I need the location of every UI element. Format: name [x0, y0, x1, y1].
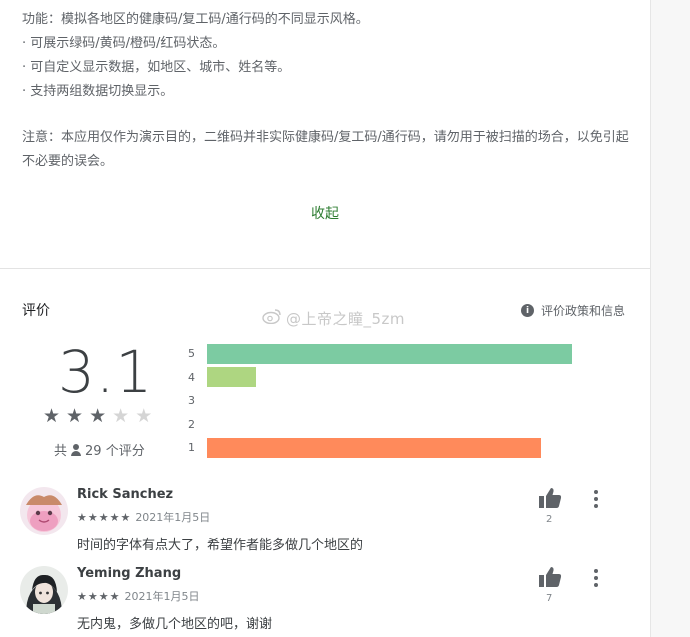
star-filled-icon: ★ [66, 405, 84, 427]
histogram-row: 5 [188, 342, 608, 366]
histogram-label: 4 [188, 370, 195, 384]
star-filled-icon: ★ [43, 405, 61, 427]
star-empty-icon: ★ [135, 405, 153, 427]
section-divider [0, 268, 650, 269]
ratings-title: 评价 [22, 303, 50, 319]
person-icon [70, 443, 82, 456]
average-score: 3.1 [58, 338, 154, 406]
review-meta: ★★★★ 2021年1月5日 [77, 588, 199, 604]
description-line: · 支持两组数据切换显示。 [22, 84, 174, 99]
histogram-track [207, 414, 587, 434]
histogram-row: 3 [188, 389, 608, 413]
rating-count-text: 29 个评分 [85, 444, 145, 459]
histogram-label: 3 [188, 394, 195, 408]
star-empty-icon: ★ [112, 405, 130, 427]
more-options-icon[interactable] [593, 490, 599, 508]
review-item: Yeming Zhang ★★★★ 2021年1月5日 无内鬼，多做几个地区的吧… [20, 566, 640, 637]
description-line: · 可展示绿码/黄码/橙码/红码状态。 [22, 36, 226, 51]
description-line: 功能：模拟各地区的健康码/复工码/通行码的不同显示风格。 [22, 12, 369, 27]
thumbs-up-icon[interactable] [538, 487, 562, 509]
review-stars: ★★★★★ [77, 510, 132, 524]
average-stars: ★ ★ ★ ★ ★ [43, 406, 152, 426]
histogram-label: 2 [188, 417, 195, 431]
review-date: 2021年1月5日 [124, 590, 200, 603]
review-date: 2021年1月5日 [135, 511, 211, 524]
rating-count: 共 29 个评分 [54, 440, 145, 459]
more-options-icon[interactable] [593, 569, 599, 587]
avatar [20, 566, 68, 614]
weibo-icon [262, 308, 282, 328]
helpful-count: 2 [546, 514, 553, 525]
histogram-row: 1 [188, 436, 608, 460]
rating-count-prefix: 共 [54, 444, 68, 459]
collapse-button[interactable]: 收起 [0, 203, 650, 223]
page-background [650, 0, 690, 637]
histogram-bar [207, 343, 572, 364]
review-meta: ★★★★★ 2021年1月5日 [77, 509, 210, 525]
review-item: Rick Sanchez ★★★★★ 2021年1月5日 时间的字体有点大了，希… [20, 487, 640, 567]
histogram-track [207, 343, 587, 364]
thumbs-up-icon[interactable] [538, 566, 562, 588]
review-stars: ★★★★ [77, 589, 121, 603]
avatar [20, 487, 68, 535]
reviewer-name: Yeming Zhang [77, 566, 182, 581]
histogram-label: 5 [188, 347, 195, 361]
reviewer-name: Rick Sanchez [77, 487, 174, 502]
rating-policy-label: 评价政策和信息 [540, 304, 625, 318]
info-icon: i [520, 304, 534, 317]
rating-policy-link[interactable]: i 评价政策和信息 [520, 302, 625, 319]
description-notice: 注意：本应用仅作为演示目的，二维码并非实际健康码/复工码/通行码，请勿用于被扫描… [22, 130, 629, 169]
histogram-label: 1 [188, 441, 195, 455]
watermark: @上帝之瞳_5zm [262, 308, 405, 329]
helpful-count: 7 [546, 593, 553, 604]
watermark-text: @上帝之瞳_5zm [286, 310, 406, 328]
star-filled-icon: ★ [89, 405, 107, 427]
histogram-bar [207, 367, 257, 388]
app-description: 功能：模拟各地区的健康码/复工码/通行码的不同显示风格。 · 可展示绿码/黄码/… [22, 8, 632, 174]
rating-histogram: 5 4 3 2 1 [188, 342, 608, 460]
app-details-panel: 功能：模拟各地区的健康码/复工码/通行码的不同显示风格。 · 可展示绿码/黄码/… [0, 0, 650, 637]
histogram-bar [207, 437, 542, 458]
histogram-row: 2 [188, 413, 608, 437]
histogram-track [207, 391, 587, 411]
histogram-track [207, 367, 587, 388]
review-text: 无内鬼，多做几个地区的吧，谢谢 [77, 617, 273, 632]
description-line: · 可自定义显示数据，如地区、城市、姓名等。 [22, 60, 291, 75]
review-text: 时间的字体有点大了，希望作者能多做几个地区的 [77, 538, 364, 553]
histogram-row: 4 [188, 366, 608, 390]
histogram-track [207, 437, 587, 458]
